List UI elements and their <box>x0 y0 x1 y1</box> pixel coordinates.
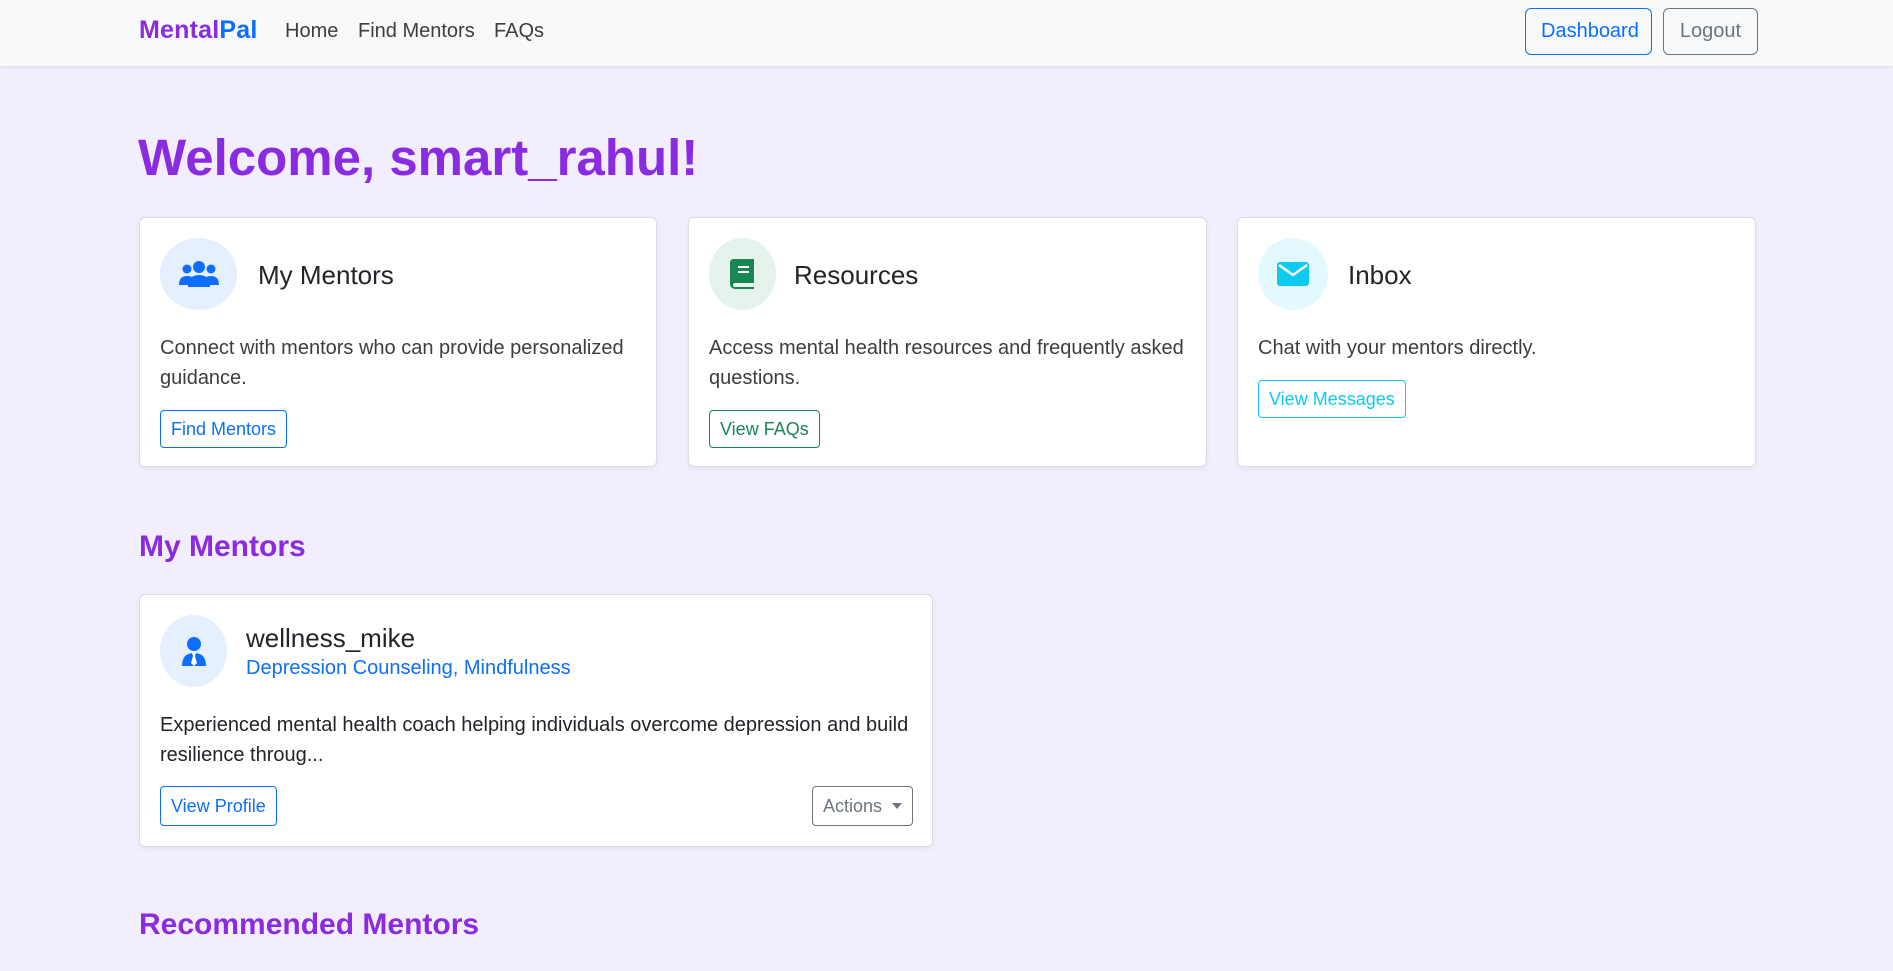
card-title: Resources <box>794 260 919 290</box>
logout-button[interactable]: Logout <box>1663 8 1758 55</box>
actions-label: Actions <box>823 796 883 816</box>
my-mentors-card: My Mentors Connect with mentors who can … <box>139 217 657 467</box>
recommended-mentors-heading: Recommended Mentors <box>139 908 480 941</box>
card-title: My Mentors <box>258 260 394 290</box>
card-text: Access mental health resources and frequ… <box>709 337 1184 389</box>
book-icon <box>709 238 776 310</box>
find-mentors-button[interactable]: Find Mentors <box>160 410 288 448</box>
mentor-bio: Experienced mental health coach helping … <box>160 714 909 766</box>
welcome-heading: Welcome, smart_rahul! <box>138 129 699 186</box>
resources-card: Resources Access mental health resources… <box>688 217 1207 467</box>
dashboard-button[interactable]: Dashboard <box>1525 8 1652 55</box>
nav-link-faqs[interactable]: FAQs <box>494 20 544 43</box>
caret-down-icon <box>892 803 902 809</box>
nav-link-find-mentors[interactable]: Find Mentors <box>358 20 475 43</box>
navbar: MentalPal Home Find Mentors FAQs Dashboa… <box>0 0 1893 67</box>
view-messages-button[interactable]: View Messages <box>1258 380 1406 418</box>
card-text: Chat with your mentors directly. <box>1258 337 1537 359</box>
my-mentors-heading: My Mentors <box>139 530 306 563</box>
mentor-name: wellness_mike <box>246 623 416 653</box>
brand-part-2: Pal <box>219 16 258 44</box>
users-icon <box>160 238 237 310</box>
view-faqs-button[interactable]: View FAQs <box>709 410 820 448</box>
envelope-icon <box>1258 238 1328 310</box>
brand-part-1: Mental <box>139 16 220 44</box>
actions-dropdown-button[interactable]: Actions <box>812 786 913 826</box>
mentor-card: wellness_mike Depression Counseling, Min… <box>139 594 933 847</box>
card-text: Connect with mentors who can provide per… <box>160 337 624 389</box>
card-title: Inbox <box>1348 260 1412 290</box>
inbox-card: Inbox Chat with your mentors directly. V… <box>1237 217 1756 467</box>
nav-link-home[interactable]: Home <box>285 20 338 43</box>
mentor-specialties: Depression Counseling, Mindfulness <box>246 657 571 679</box>
brand-logo[interactable]: MentalPal <box>139 16 258 45</box>
user-tie-icon <box>160 615 227 687</box>
view-profile-button[interactable]: View Profile <box>160 786 277 826</box>
